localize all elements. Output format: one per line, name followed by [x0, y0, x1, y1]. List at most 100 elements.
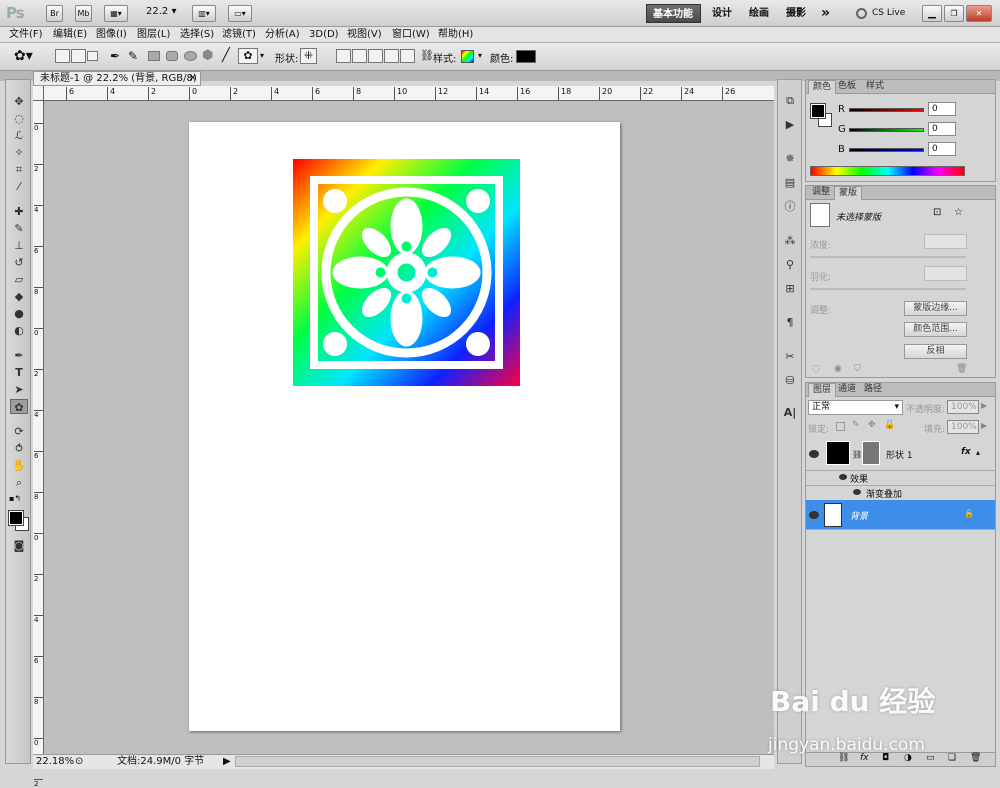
bridge-button[interactable]: Br — [46, 5, 63, 22]
quick-mask-icon[interactable]: ◙ — [10, 538, 28, 553]
info-panel-icon[interactable]: ⓘ — [782, 200, 798, 214]
lock-position-icon[interactable]: ✥ — [868, 420, 876, 430]
menu-layer[interactable]: 图层(L) — [137, 28, 170, 42]
apply-mask-icon[interactable]: ◉ — [834, 364, 842, 374]
lock-image-icon[interactable]: ✎ — [852, 420, 860, 430]
tab-paths[interactable]: 路径 — [860, 383, 886, 397]
create-new-shape-icon[interactable] — [336, 49, 351, 63]
move-tool-icon[interactable]: ✥ — [10, 94, 28, 109]
feather-input[interactable] — [924, 266, 967, 281]
layer-effects-row[interactable]: 效果 — [806, 471, 995, 486]
workspace-painting[interactable]: 绘画 — [743, 4, 775, 23]
channel-r-slider[interactable] — [849, 108, 924, 112]
layer-row-shape1[interactable]: ⛓ 形状 1 fx ▴ — [806, 436, 995, 471]
channel-b-slider[interactable] — [849, 148, 924, 152]
delete-mask-icon[interactable]: 🗑 — [956, 364, 967, 374]
clone-source-icon[interactable]: ⚲ — [782, 258, 798, 272]
horizontal-scrollbar[interactable] — [235, 756, 760, 767]
color-swatch[interactable] — [516, 50, 536, 63]
foreground-color-swatch[interactable] — [8, 510, 24, 526]
arrange-documents-button[interactable]: ▥▾ — [192, 5, 216, 22]
pen-tool-icon[interactable]: ✒ — [110, 49, 120, 63]
brush-presets-icon[interactable]: ⁂ — [782, 234, 798, 248]
style-picker[interactable] — [461, 50, 474, 63]
ellipse-icon[interactable] — [184, 51, 197, 61]
layer-row-background[interactable]: 背景 🔒 — [806, 500, 995, 530]
freeform-pen-icon[interactable]: ✎ — [128, 49, 138, 63]
menu-help[interactable]: 帮助(H) — [438, 28, 473, 42]
default-colors-icon[interactable]: ▪↰ — [9, 494, 21, 503]
rectangle-icon[interactable] — [148, 51, 160, 61]
navigator-panel-icon[interactable]: ✵ — [782, 152, 798, 166]
paths-mode[interactable] — [71, 49, 86, 63]
quick-select-icon[interactable]: ✧ — [10, 145, 28, 160]
close-document-icon[interactable]: ✕ — [189, 72, 197, 85]
channel-b-input[interactable]: 0 — [928, 142, 956, 156]
clone-stamp-icon[interactable]: ⊥ — [10, 238, 28, 253]
effects-eye-icon[interactable] — [839, 474, 847, 480]
menu-3d[interactable]: 3D(D) — [309, 28, 339, 42]
menu-analysis[interactable]: 分析(A) — [265, 28, 300, 42]
status-info-icon[interactable]: ⊙ — [75, 755, 83, 769]
menu-window[interactable]: 窗口(W) — [392, 28, 430, 42]
delete-layer-icon[interactable]: 🗑 — [970, 753, 981, 763]
document-tab[interactable]: 未标题-1 @ 22.2% (背景, RGB/8) * ✕ — [33, 71, 201, 97]
menu-edit[interactable]: 编辑(E) — [53, 28, 87, 42]
intersect-shape-icon[interactable] — [384, 49, 399, 63]
line-icon[interactable]: ╱ — [222, 48, 230, 63]
workspace-photography[interactable]: 摄影 — [780, 4, 812, 23]
tool-preset-picker[interactable]: ✿▾ — [14, 48, 33, 64]
workspace-essentials[interactable]: 基本功能 — [646, 4, 701, 23]
crop-tool-icon[interactable]: ⌗ — [10, 162, 28, 177]
paint-bucket-icon[interactable]: ◆ — [10, 289, 28, 304]
3d-rotate-icon[interactable]: ⟳ — [10, 424, 28, 439]
menu-select[interactable]: 选择(S) — [180, 28, 214, 42]
channel-g-slider[interactable] — [849, 128, 924, 132]
custom-shape-tool-icon[interactable]: ✿ — [10, 399, 28, 414]
exclude-shape-icon[interactable] — [400, 49, 415, 63]
healing-brush-icon[interactable]: ✚ — [10, 204, 28, 219]
ruler-origin[interactable] — [33, 86, 44, 101]
tab-masks[interactable]: 蒙版 — [834, 186, 863, 200]
marquee-tool-icon[interactable]: ◌ — [10, 111, 28, 126]
fill-input[interactable]: 100% — [947, 420, 979, 434]
3d-orbit-icon[interactable]: ⥀ — [10, 441, 28, 456]
tab-adjustments[interactable]: 调整 — [808, 186, 834, 200]
menu-image[interactable]: 图像(I) — [96, 28, 127, 42]
paragraph-panel-icon[interactable]: ¶ — [782, 316, 798, 330]
tools-panel-icon[interactable]: ✂ — [782, 350, 798, 364]
view-extras-button[interactable]: ▦▾ — [104, 5, 128, 22]
rounded-rectangle-icon[interactable] — [166, 51, 178, 61]
menu-view[interactable]: 视图(V) — [347, 28, 382, 42]
zoom-tool-icon[interactable]: ⌕ — [10, 475, 28, 490]
close-button[interactable]: ✕ — [966, 5, 992, 22]
tab-styles[interactable]: 样式 — [862, 80, 888, 94]
actions-panel-icon[interactable]: ▶ — [782, 118, 798, 132]
channel-g-input[interactable]: 0 — [928, 122, 956, 136]
invert-button[interactable]: 反相 — [904, 344, 967, 359]
opacity-arrow-icon[interactable]: ▶ — [981, 401, 987, 410]
subtract-shape-icon[interactable] — [368, 49, 383, 63]
tab-color[interactable]: 颜色 — [808, 80, 837, 94]
screen-mode-button[interactable]: ▭▾ — [228, 5, 252, 22]
vertical-ruler[interactable]: 0 2 4 6 8 0 2 4 6 8 0 2 4 6 8 0 2 — [33, 101, 44, 788]
density-slider[interactable] — [810, 256, 966, 258]
tab-swatches[interactable]: 色板 — [834, 80, 860, 94]
style-dropdown-icon[interactable]: ▾ — [478, 51, 482, 60]
zoom-level-select[interactable]: 22.2 ▾ — [146, 6, 176, 17]
blend-mode-select[interactable]: 正常 ▾ — [808, 400, 903, 415]
gradient-overlay-row[interactable]: 渐变叠加 — [806, 486, 995, 501]
visibility-eye-icon[interactable] — [809, 511, 819, 519]
status-menu-arrow[interactable]: ▶ — [223, 755, 231, 769]
dodge-tool-icon[interactable]: ◐ — [10, 323, 28, 338]
hand-tool-icon[interactable]: ✋ — [10, 458, 28, 473]
link-icon[interactable]: ⛓ — [420, 49, 434, 62]
density-input[interactable] — [924, 234, 967, 249]
menu-filter[interactable]: 滤镜(T) — [222, 28, 256, 42]
shape-dropdown-icon[interactable]: ▾ — [260, 51, 264, 60]
fill-arrow-icon[interactable]: ▶ — [981, 421, 987, 430]
custom-shape-icon[interactable]: ✿ — [238, 48, 258, 64]
character-panel-icon[interactable]: A| — [782, 406, 798, 420]
shape-picker[interactable]: ⁜ — [300, 48, 317, 64]
workspace-design[interactable]: 设计 — [706, 4, 738, 23]
